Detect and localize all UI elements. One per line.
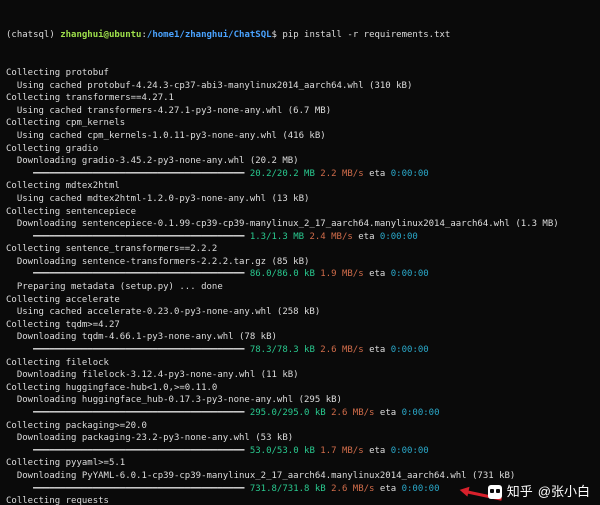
progress-fraction: 295.0/295.0 kB [250,408,326,418]
eta-time: 0:00:00 [391,269,429,279]
eta-label: eta [380,484,396,494]
progress-bar: ━━━━━━━━━━━━━━━━━━━━━━━━━━━━━━━━━━━━━━━ [6,269,250,279]
progress-fraction: 53.0/53.0 kB [250,446,315,456]
eta-time: 0:00:00 [402,484,440,494]
output-line: Downloading sentence-transformers-2.2.2.… [6,256,594,269]
output-line: Downloading tqdm-4.66.1-py3-none-any.whl… [6,331,594,344]
watermark: 知乎 @张小白 [488,485,590,499]
output-line: Collecting gradio [6,143,594,156]
output-line: Collecting cpm_kernels [6,117,594,130]
progress-bar: ━━━━━━━━━━━━━━━━━━━━━━━━━━━━━━━━━━━━━━━ [6,446,250,456]
progress-bar: ━━━━━━━━━━━━━━━━━━━━━━━━━━━━━━━━━━━━━━━ [6,408,250,418]
output-line: Collecting mdtex2html [6,180,594,193]
progress-fraction: 731.8/731.8 kB [250,484,326,494]
output-line: Using cached mdtex2html-1.2.0-py3-none-a… [6,193,594,206]
output-line: Collecting sentence_transformers==2.2.2 [6,243,594,256]
output-line: Downloading PyYAML-6.0.1-cp39-cp39-manyl… [6,470,594,483]
output-line: Collecting transformers==4.27.1 [6,92,594,105]
output-line: Collecting huggingface-hub<1.0,>=0.11.0 [6,382,594,395]
output-line: Downloading filelock-3.12.4-py3-none-any… [6,369,594,382]
eta-time: 0:00:00 [391,446,429,456]
terminal-output[interactable]: (chatsql) zhanghui@ubuntu:/home1/zhanghu… [0,0,600,505]
watermark-site: 知乎 [507,486,533,499]
output-line: Downloading sentencepiece-0.1.99-cp39-cp… [6,218,594,231]
progress-fraction: 78.3/78.3 kB [250,345,315,355]
output-line: Using cached transformers-4.27.1-py3-non… [6,105,594,118]
eta-label: eta [358,232,374,242]
eta-label: eta [369,446,385,456]
progress-line: ━━━━━━━━━━━━━━━━━━━━━━━━━━━━━━━━━━━━━━━ … [6,268,594,281]
progress-fraction: 1.3/1.3 MB [250,232,304,242]
progress-bar: ━━━━━━━━━━━━━━━━━━━━━━━━━━━━━━━━━━━━━━━ [6,484,250,494]
watermark-author: @张小白 [538,486,590,499]
output-line: Downloading packaging-23.2-py3-none-any.… [6,432,594,445]
progress-fraction: 20.2/20.2 MB [250,169,315,179]
progress-line: ━━━━━━━━━━━━━━━━━━━━━━━━━━━━━━━━━━━━━━━ … [6,344,594,357]
output-line: Collecting packaging>=20.0 [6,420,594,433]
eta-label: eta [369,169,385,179]
progress-rate: 2.6 MB/s [331,408,374,418]
progress-fraction: 86.0/86.0 kB [250,269,315,279]
progress-line: ━━━━━━━━━━━━━━━━━━━━━━━━━━━━━━━━━━━━━━━ … [6,231,594,244]
output-line: Preparing metadata (setup.py) ... done [6,281,594,294]
progress-rate: 2.6 MB/s [331,484,374,494]
env-name: (chatsql) [6,30,55,40]
eta-label: eta [380,408,396,418]
user-host: zhanghui@ubuntu [60,30,141,40]
progress-line: ━━━━━━━━━━━━━━━━━━━━━━━━━━━━━━━━━━━━━━━ … [6,168,594,181]
output-line: Collecting accelerate [6,294,594,307]
eta-time: 0:00:00 [391,345,429,355]
progress-bar: ━━━━━━━━━━━━━━━━━━━━━━━━━━━━━━━━━━━━━━━ [6,169,250,179]
output-line: Downloading gradio-3.45.2-py3-none-any.w… [6,155,594,168]
prompt-line: (chatsql) zhanghui@ubuntu:/home1/zhanghu… [6,29,594,42]
eta-time: 0:00:00 [380,232,418,242]
progress-bar: ━━━━━━━━━━━━━━━━━━━━━━━━━━━━━━━━━━━━━━━ [6,345,250,355]
output-line: Collecting filelock [6,357,594,370]
eta-time: 0:00:00 [391,169,429,179]
output-line: Using cached accelerate-0.23.0-py3-none-… [6,306,594,319]
progress-bar: ━━━━━━━━━━━━━━━━━━━━━━━━━━━━━━━━━━━━━━━ [6,232,250,242]
progress-rate: 2.2 MB/s [320,169,363,179]
progress-line: ━━━━━━━━━━━━━━━━━━━━━━━━━━━━━━━━━━━━━━━ … [6,407,594,420]
progress-rate: 2.4 MB/s [309,232,352,242]
output-line: Collecting tqdm>=4.27 [6,319,594,332]
command: pip install -r requirements.txt [282,30,450,40]
zhihu-logo-icon [488,485,502,499]
output-line: Using cached protobuf-4.24.3-cp37-abi3-m… [6,80,594,93]
cwd: /home1/zhanghui/ChatSQL [147,30,272,40]
output-line: Collecting sentencepiece [6,206,594,219]
output-line: Collecting protobuf [6,67,594,80]
eta-time: 0:00:00 [402,408,440,418]
log-lines: Collecting protobuf Using cached protobu… [6,67,594,505]
output-line: Downloading huggingface_hub-0.17.3-py3-n… [6,394,594,407]
output-line: Collecting pyyaml>=5.1 [6,457,594,470]
eta-label: eta [369,345,385,355]
progress-line: ━━━━━━━━━━━━━━━━━━━━━━━━━━━━━━━━━━━━━━━ … [6,445,594,458]
progress-rate: 1.7 MB/s [320,446,363,456]
progress-rate: 2.6 MB/s [320,345,363,355]
eta-label: eta [369,269,385,279]
output-line: Using cached cpm_kernels-1.0.11-py3-none… [6,130,594,143]
progress-rate: 1.9 MB/s [320,269,363,279]
